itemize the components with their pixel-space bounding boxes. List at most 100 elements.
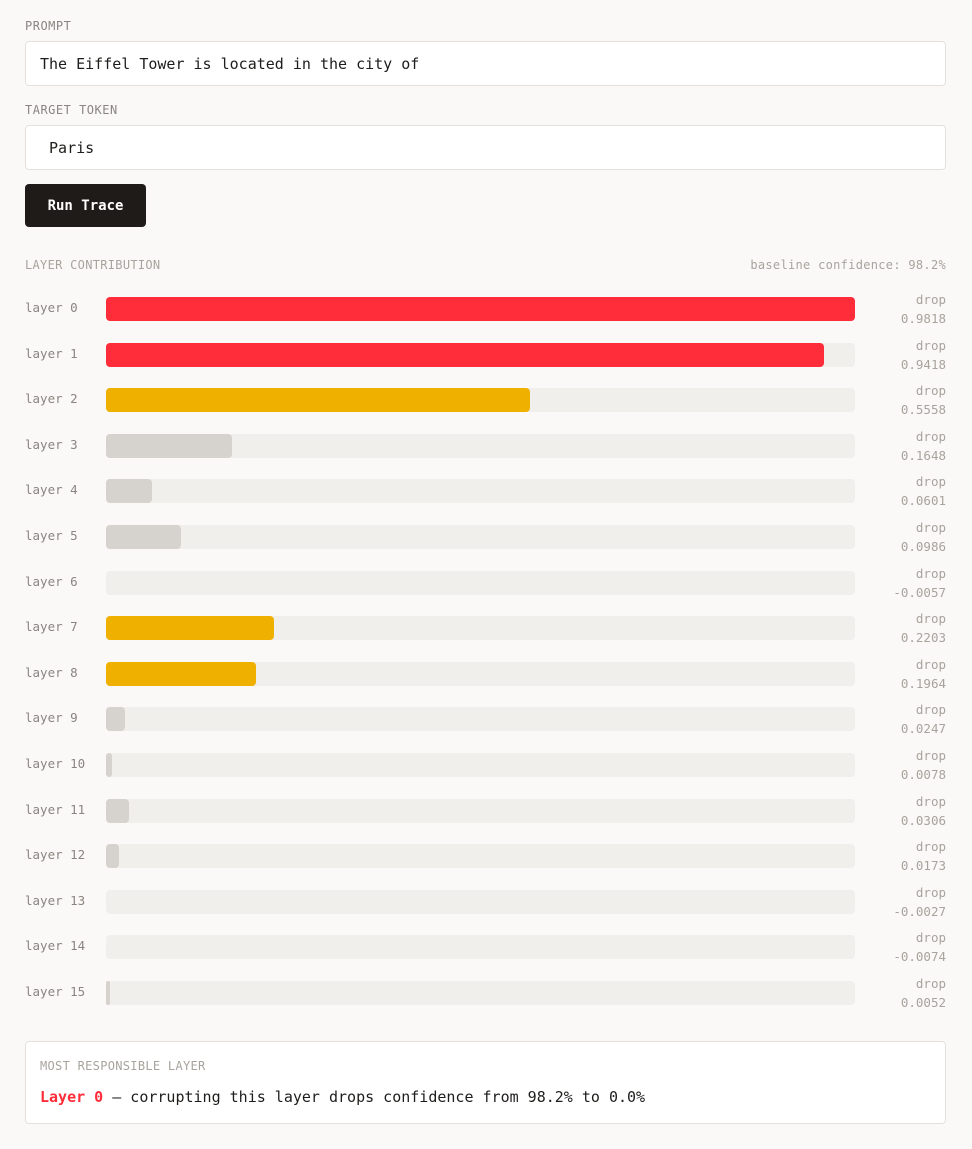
- run-trace-button[interactable]: Run Trace: [25, 184, 146, 227]
- drop-label: drop: [915, 702, 946, 718]
- layer-label: layer 12: [25, 847, 86, 863]
- drop-value: drop 0.0078: [901, 746, 946, 784]
- layer-contribution-header: LAYER CONTRIBUTION baseline confidence: …: [25, 258, 946, 274]
- layer-row: layer 7 drop 0.2203: [25, 605, 946, 651]
- layer-row: layer 8 drop 0.1964: [25, 651, 946, 697]
- bar-track: [106, 661, 855, 686]
- drop-value: drop 0.0173: [901, 837, 946, 875]
- summary-body: Layer 0 — corrupting this layer drops co…: [40, 1088, 645, 1106]
- bar-fill: [106, 525, 182, 549]
- layer-row: layer 4 drop 0.0601: [25, 468, 946, 514]
- drop-number: 0.1648: [900, 447, 946, 463]
- drop-label: drop: [915, 428, 946, 444]
- drop-label: drop: [915, 474, 946, 490]
- drop-value: drop 0.1964: [901, 655, 946, 693]
- layer-row: layer 5 drop 0.0986: [25, 514, 946, 560]
- drop-number: 0.1964: [900, 675, 946, 691]
- drop-number: 0.0986: [900, 539, 946, 554]
- bar-track: [106, 889, 855, 914]
- layer-contribution-title: LAYER CONTRIBUTION: [25, 258, 161, 272]
- drop-value: drop 0.1648: [901, 427, 946, 465]
- drop-value: drop 0.9818: [901, 290, 946, 328]
- bar-fill: [106, 342, 825, 367]
- drop-number: 0.9418: [900, 356, 946, 372]
- bar-track: [106, 844, 855, 869]
- layer-label: layer 4: [25, 482, 78, 498]
- drop-label: drop: [915, 839, 946, 855]
- target-token-label: TARGET TOKEN: [25, 103, 118, 117]
- layer-row: layer 14 drop -0.0074: [25, 924, 946, 970]
- bar-track: [106, 297, 855, 321]
- bar-track: [106, 798, 855, 823]
- drop-value: drop -0.0074: [893, 928, 946, 966]
- bar-track: [106, 935, 855, 960]
- bar-fill: [106, 844, 120, 869]
- layer-label: layer 3: [25, 436, 78, 452]
- drop-number: 0.0247: [900, 721, 946, 737]
- target-token-input[interactable]: [25, 125, 946, 170]
- layer-row: layer 9 drop 0.0247: [25, 696, 946, 742]
- layer-label: layer 8: [25, 664, 78, 680]
- bar-fill: [106, 388, 530, 413]
- drop-value: drop 0.0986: [901, 518, 946, 556]
- layer-row: layer 0 drop 0.9818: [25, 286, 946, 332]
- layer-row: layer 12 drop 0.0173: [25, 833, 946, 879]
- layer-row: layer 10 drop 0.0078: [25, 742, 946, 788]
- layer-label: layer 10: [25, 756, 86, 771]
- layer-row: layer 2 drop 0.5558: [25, 377, 946, 423]
- drop-label: drop: [915, 656, 946, 672]
- drop-number: -0.0057: [893, 584, 946, 600]
- drop-value: drop 0.0306: [901, 792, 946, 830]
- bar-track: [106, 525, 855, 549]
- drop-label: drop: [915, 520, 946, 535]
- layer-row: layer 13 drop -0.0027: [25, 879, 946, 925]
- drop-number: -0.0074: [893, 949, 946, 965]
- layer-label: layer 9: [25, 710, 78, 726]
- prompt-input[interactable]: [25, 41, 946, 86]
- drop-value: drop 0.0052: [901, 974, 946, 1012]
- layer-label: layer 13: [25, 892, 86, 908]
- bar-track: [106, 707, 855, 732]
- drop-value: drop 0.0247: [901, 700, 946, 738]
- layer-label: layer 11: [25, 801, 86, 817]
- layer-label: layer 7: [25, 619, 78, 635]
- drop-value: drop -0.0057: [893, 564, 946, 602]
- bar-fill: [106, 707, 125, 732]
- drop-value: drop 0.0601: [901, 472, 946, 510]
- layer-label: layer 14: [25, 938, 86, 954]
- layer-row: layer 1 drop 0.9418: [25, 332, 946, 378]
- drop-label: drop: [915, 793, 946, 809]
- layer-row: layer 15 drop 0.0052: [25, 970, 946, 1016]
- drop-label: drop: [915, 611, 946, 627]
- bar-fill: [106, 479, 152, 504]
- drop-value: drop 0.5558: [901, 381, 946, 419]
- prompt-label: PROMPT: [25, 19, 72, 33]
- drop-number: 0.0078: [900, 767, 946, 782]
- bar-fill: [106, 433, 232, 458]
- drop-label: drop: [915, 337, 946, 353]
- bar-track: [106, 570, 855, 595]
- bar-fill: [106, 798, 130, 823]
- drop-value: drop 0.2203: [901, 609, 946, 647]
- drop-label: drop: [915, 976, 946, 991]
- drop-value: drop -0.0027: [893, 883, 946, 921]
- drop-number: 0.0052: [900, 995, 946, 1010]
- bar-fill: [106, 616, 275, 641]
- layer-row: layer 6 drop -0.0057: [25, 560, 946, 606]
- bar-fill: [106, 981, 110, 1005]
- bar-fill: [106, 753, 112, 777]
- layer-label: layer 0: [25, 300, 78, 315]
- layer-row: layer 11 drop 0.0306: [25, 788, 946, 834]
- drop-label: drop: [915, 930, 946, 946]
- summary-layer: Layer 0: [40, 1088, 104, 1106]
- drop-number: 0.5558: [900, 402, 946, 418]
- bar-track: [106, 616, 855, 641]
- layer-label: layer 1: [25, 345, 78, 361]
- bar-track: [106, 388, 855, 413]
- layer-row: layer 3 drop 0.1648: [25, 423, 946, 469]
- summary-title: MOST RESPONSIBLE LAYER: [40, 1059, 206, 1073]
- drop-number: 0.9818: [900, 311, 946, 326]
- layer-label: layer 15: [25, 984, 86, 999]
- baseline-confidence: baseline confidence: 98.2%: [750, 258, 946, 272]
- drop-number: 0.0173: [900, 858, 946, 874]
